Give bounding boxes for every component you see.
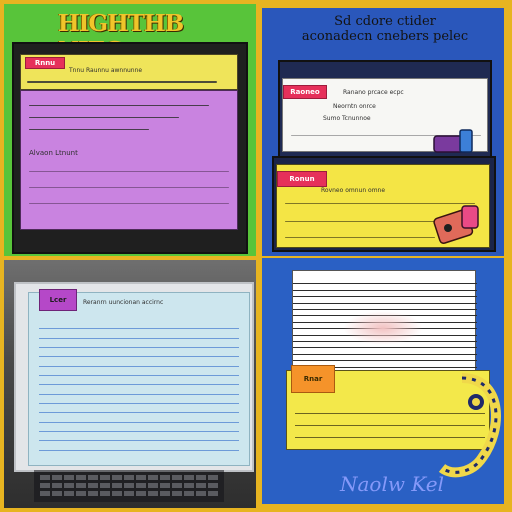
purple-tag: Lcer [39, 289, 77, 311]
panel-2: Sd cdore ctider aconadecn cnebers pelec … [262, 8, 504, 256]
yellow-note[interactable]: Rnnu Tnnu Raunnu awnnunne [20, 54, 238, 90]
ruled-line [293, 290, 477, 291]
ruled-line [39, 356, 239, 357]
scribble-line [29, 187, 229, 188]
ruled-line [39, 431, 239, 432]
ruled-line [39, 412, 239, 413]
red-tag: Raoneo [283, 85, 327, 99]
ruled-line [39, 394, 239, 395]
scribble-line [27, 81, 217, 83]
title-line-1: Sd cdore ctider [334, 14, 436, 29]
note-heading: Reranrn uuncionan accirnc [83, 299, 164, 306]
note-label: Alvaon Ltnunt [29, 149, 78, 157]
note-heading: Tnnu Raunnu awnnunne [69, 67, 143, 74]
panel-2-title: Sd cdore ctider aconadecn cnebers pelec [278, 14, 492, 56]
scribble-line [29, 105, 209, 106]
panel-1-title: HIGHTHB NIEG [58, 10, 184, 64]
scribble-line [29, 203, 229, 204]
ruled-line [39, 384, 239, 385]
ruled-line [39, 450, 239, 451]
smudge [343, 311, 423, 345]
ruled-line [293, 309, 477, 310]
scribble-line [29, 129, 149, 130]
eraser-icon [433, 205, 479, 244]
ruled-line [39, 375, 239, 376]
ruled-line [39, 440, 239, 441]
note-heading: Rovneo omnun omne [321, 187, 386, 194]
signature: Naolw Kel [340, 472, 444, 496]
purple-note[interactable]: Alvaon Ltnunt [20, 90, 238, 230]
note-line: Sumo Tcnunnoe [323, 115, 371, 122]
lined-note[interactable] [292, 270, 477, 378]
red-tag: Ronun [277, 171, 327, 187]
ruled-line [39, 403, 239, 404]
orange-tag: Rnar [291, 365, 335, 393]
ruled-line [293, 296, 477, 297]
ruled-line [39, 338, 239, 339]
title-line-2: aconadecn cnebers pelec [301, 29, 469, 44]
note-line: Ranano prcace ecpc [343, 89, 404, 96]
lined-note[interactable]: Lcer Reranrn uuncionan accirnc [28, 289, 250, 466]
scribble-line [29, 171, 229, 172]
ruled-line [293, 360, 477, 361]
ruled-line [293, 283, 477, 284]
ruled-line [293, 354, 477, 355]
ruled-line [39, 366, 239, 367]
ruled-line [39, 422, 239, 423]
red-tag: Rnnu [25, 57, 65, 69]
ruled-line [293, 347, 477, 348]
note-line: Neorntn onrce [333, 103, 376, 110]
scribble-line [29, 117, 179, 118]
panel-3: Lcer Reranrn uuncionan accirnc [4, 260, 256, 508]
ruled-line [39, 328, 239, 329]
ruled-lines [39, 319, 239, 459]
panel-4: Rnar Naolw Kel [262, 258, 504, 504]
panel-1: HIGHTHB NIEG Rnnu Tnnu Raunnu awnnunne A… [4, 4, 256, 256]
ruled-line [39, 347, 239, 348]
floral-pattern-icon [438, 373, 501, 478]
ruled-line [293, 303, 477, 304]
scribble-line [285, 237, 435, 238]
pencil-case-icon [433, 129, 473, 153]
laptop-keyboard [34, 470, 224, 502]
